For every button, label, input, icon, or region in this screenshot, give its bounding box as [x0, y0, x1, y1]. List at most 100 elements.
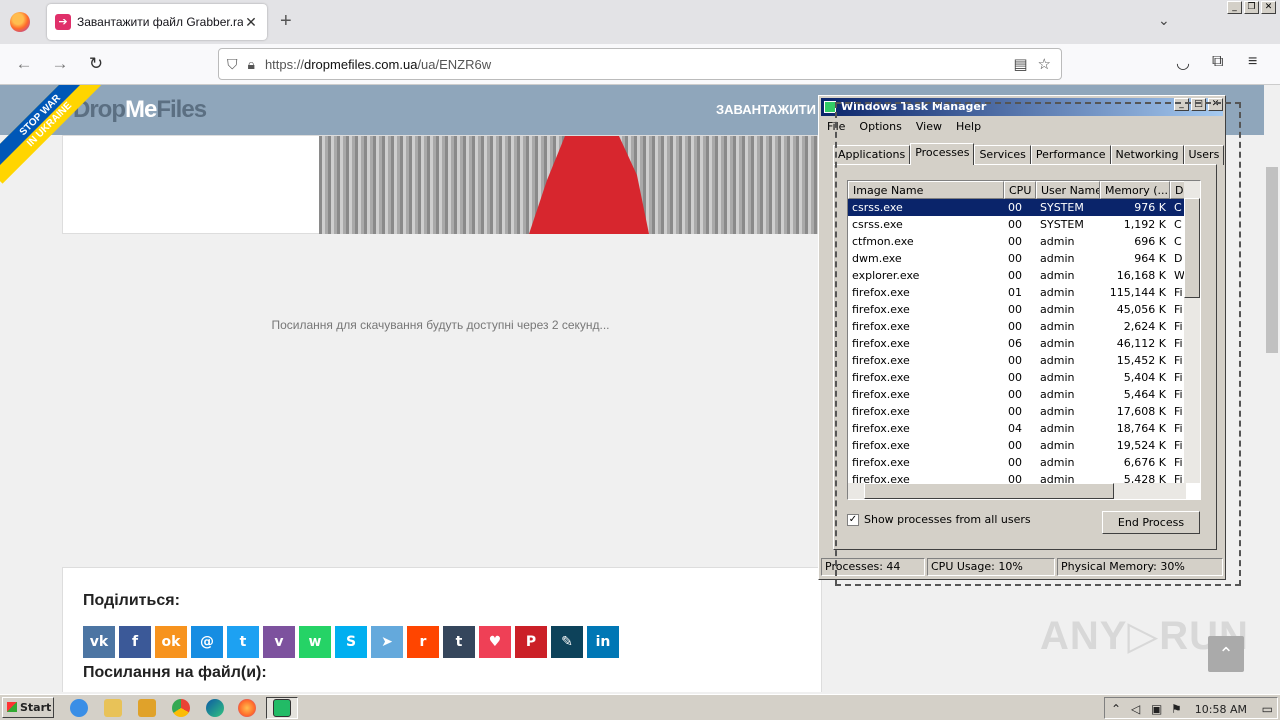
process-row[interactable]: firefox.exe 00 admin 19,524 K Fi — [848, 437, 1200, 454]
process-row[interactable]: firefox.exe 01 admin 115,144 K Fi — [848, 284, 1200, 301]
reload-button[interactable]: ↻ — [86, 54, 106, 74]
url-text[interactable]: https://dropmefiles.com.ua/ua/ENZR6w — [265, 57, 1013, 72]
process-name: firefox.exe — [852, 303, 910, 316]
process-row[interactable]: firefox.exe 00 admin 45,056 K Fi — [848, 301, 1200, 318]
viber-icon[interactable]: v — [263, 626, 295, 658]
process-row[interactable]: firefox.exe 04 admin 18,764 K Fi — [848, 420, 1200, 437]
shield-icon[interactable]: ⛉ — [227, 56, 238, 73]
tab-services[interactable]: Services — [974, 145, 1031, 165]
process-row[interactable]: firefox.exe 06 admin 46,112 K Fi — [848, 335, 1200, 352]
minimize-button[interactable]: _ — [1227, 1, 1242, 14]
process-mem: 2,624 K — [1123, 320, 1166, 333]
task-manager-titlebar[interactable]: Windows Task Manager — [821, 98, 1223, 116]
process-row[interactable]: firefox.exe 00 admin 5,464 K Fi — [848, 386, 1200, 403]
action-center-flag-icon[interactable]: ⚑ — [1171, 702, 1182, 716]
process-row[interactable]: firefox.exe 00 admin 2,624 K Fi — [848, 318, 1200, 335]
twitter-icon[interactable]: t — [227, 626, 259, 658]
process-row[interactable]: explorer.exe 00 admin 16,168 KW — [848, 267, 1200, 284]
bookmark-star-icon[interactable]: ☆ — [1038, 55, 1051, 73]
explorer-folder-icon[interactable] — [104, 699, 122, 717]
column-header[interactable]: Memory (... — [1100, 181, 1170, 199]
ie-icon[interactable] — [70, 699, 88, 717]
show-all-processes-checkbox[interactable]: ✓ Show processes from all users — [847, 513, 1031, 526]
lock-icon[interactable]: 🔒︎ — [248, 56, 255, 73]
tab-applications[interactable]: Applications — [833, 145, 911, 165]
odnoklassniki-icon[interactable]: ok — [155, 626, 187, 658]
menu-file[interactable]: File — [827, 120, 845, 133]
whatsapp-icon[interactable]: w — [299, 626, 331, 658]
tab-users[interactable]: Users — [1183, 145, 1225, 165]
column-header[interactable]: CPU — [1004, 181, 1036, 199]
restore-button[interactable]: ❐ — [1244, 1, 1259, 14]
new-tab-button[interactable]: + — [280, 10, 292, 33]
reddit-icon[interactable]: r — [407, 626, 439, 658]
moimir-icon[interactable]: @ — [191, 626, 223, 658]
site-logo[interactable]: DropMeFiles — [73, 96, 207, 124]
close-button[interactable]: ✕ — [1261, 1, 1276, 14]
process-row[interactable]: firefox.exe 00 admin 5,404 K Fi — [848, 369, 1200, 386]
process-row[interactable]: csrss.exe 00 SYSTEM 976 KC — [848, 199, 1200, 216]
scrollbar-thumb[interactable] — [1266, 167, 1278, 353]
process-list-hscroll[interactable] — [848, 483, 1186, 499]
page-scrollbar[interactable] — [1264, 85, 1280, 692]
process-row[interactable]: firefox.exe 00 admin 15,452 K Fi — [848, 352, 1200, 369]
process-row[interactable]: ctfmon.exe 00 admin 696 KC — [848, 233, 1200, 250]
edge-icon[interactable] — [206, 699, 224, 717]
livejournal-icon[interactable]: ✎ — [551, 626, 583, 658]
process-row[interactable]: firefox.exe 00 admin 6,676 K Fi — [848, 454, 1200, 471]
tab-close-icon[interactable]: ✕ — [243, 14, 259, 31]
linkedin-icon[interactable]: in — [587, 626, 619, 658]
process-row[interactable]: firefox.exe 00 admin 17,608 K Fi — [848, 403, 1200, 420]
pinterest-icon[interactable]: P — [515, 626, 547, 658]
show-desktop-icon[interactable]: ▭ — [1262, 702, 1273, 716]
volume-icon[interactable]: ◁ — [1131, 702, 1140, 716]
tumblr-icon[interactable]: t — [443, 626, 475, 658]
process-user: SYSTEM — [1040, 201, 1084, 214]
nav-upload-link[interactable]: ЗАВАНТАЖИТИ — [716, 102, 816, 117]
media-player-icon[interactable] — [138, 699, 156, 717]
list-all-tabs-button[interactable]: ⌄ — [1158, 12, 1170, 29]
process-row[interactable]: csrss.exe 00 SYSTEM 1,192 KC — [848, 216, 1200, 233]
menu-view[interactable]: View — [916, 120, 942, 133]
url-bar[interactable]: ⛉ 🔒︎ https://dropmefiles.com.ua/ua/ENZR6… — [218, 48, 1062, 80]
process-row[interactable]: dwm.exe 00 admin 964 KD — [848, 250, 1200, 267]
skype-icon[interactable]: S — [335, 626, 367, 658]
process-list[interactable]: Image Name CPU User Name Memory (... D csrss… — [847, 180, 1201, 500]
process-user: admin — [1040, 320, 1075, 333]
process-name: firefox.exe — [852, 422, 910, 435]
share-icons: vk f ok @ t v w S ➤ r t ♥ P ✎ in — [83, 626, 619, 658]
firefox-taskbar-icon[interactable] — [238, 699, 256, 717]
forward-button[interactable]: → — [50, 54, 70, 74]
tm-maximize-button[interactable]: □ — [1191, 98, 1206, 111]
task-manager-taskbar-button[interactable] — [266, 697, 298, 719]
process-list-vscroll[interactable] — [1184, 181, 1200, 483]
vk-icon[interactable]: vk — [83, 626, 115, 658]
tm-close-button[interactable]: ✕ — [1208, 98, 1223, 111]
checkbox-icon[interactable]: ✓ — [847, 513, 859, 526]
back-button[interactable]: ← — [14, 54, 34, 74]
process-mem: 5,464 K — [1123, 388, 1166, 401]
column-header[interactable]: User Name — [1036, 181, 1100, 199]
tab-performance[interactable]: Performance — [1030, 145, 1111, 165]
end-process-button[interactable]: End Process — [1102, 511, 1200, 534]
menu-options[interactable]: Options — [859, 120, 901, 133]
clock[interactable]: 10:58 AM — [1195, 703, 1247, 716]
tab-processes[interactable]: Processes — [910, 143, 975, 165]
scroll-to-top-button[interactable]: ⌃ — [1208, 636, 1244, 672]
network-icon[interactable]: ▣ — [1151, 702, 1162, 716]
menu-help[interactable]: Help — [956, 120, 981, 133]
menu-icon[interactable]: ≡ — [1248, 53, 1257, 71]
chrome-icon[interactable] — [172, 699, 190, 717]
tm-minimize-button[interactable]: _ — [1174, 98, 1189, 111]
tray-expand-icon[interactable]: ⌃ — [1111, 702, 1121, 716]
column-header[interactable]: Image Name — [848, 181, 1004, 199]
tab-networking[interactable]: Networking — [1110, 145, 1184, 165]
start-button[interactable]: Start — [2, 697, 54, 718]
pocket-icon[interactable]: ◡ — [1176, 53, 1190, 73]
extensions-icon[interactable]: ⧉ — [1212, 53, 1223, 71]
facebook-icon[interactable]: f — [119, 626, 151, 658]
telegram-icon[interactable]: ➤ — [371, 626, 403, 658]
reader-view-icon[interactable]: ▤ — [1013, 55, 1027, 73]
browser-tab[interactable]: ➔ Завантажити файл Grabber.rar ✕ — [47, 4, 267, 40]
pocket-icon[interactable]: ♥ — [479, 626, 511, 658]
